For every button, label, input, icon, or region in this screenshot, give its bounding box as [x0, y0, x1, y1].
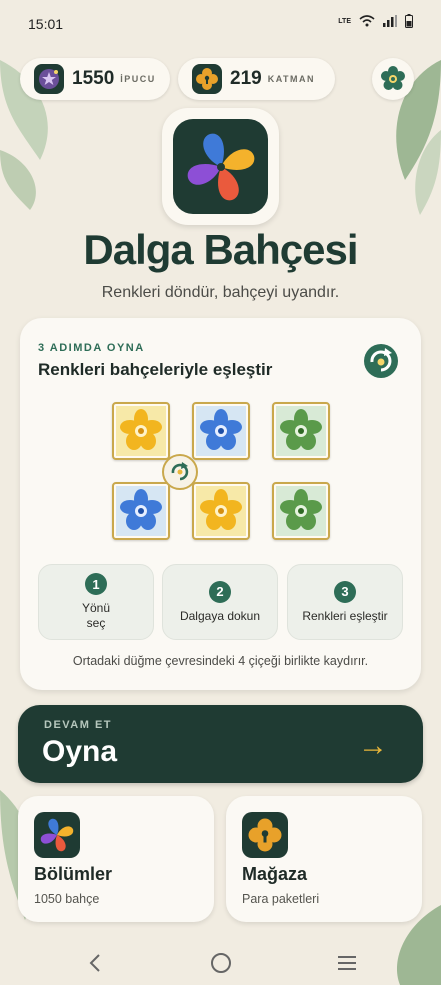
step-label: Renkleri eşleştir — [302, 608, 388, 623]
status-icons: LTE — [338, 14, 413, 28]
menu-lines-icon — [338, 956, 356, 970]
chapters-title: Bölümler — [34, 864, 113, 884]
gold-flower-icon — [120, 409, 162, 450]
flower-tile-green[interactable] — [272, 402, 330, 460]
step-label-line: Yönü — [81, 601, 111, 615]
rotate-arrow-icon — [171, 462, 189, 481]
app-title: Dalga Bahçesi — [83, 226, 358, 273]
hints-counter[interactable]: 1550 İPUCU — [20, 58, 170, 100]
wave-rotate-button[interactable] — [162, 454, 198, 490]
layers-counter[interactable]: 219 KATMAN — [178, 58, 335, 100]
app-subtitle: Renkleri döndür, bahçeyi uyandır. — [101, 284, 340, 301]
back-chevron-icon — [89, 954, 100, 972]
recents-button[interactable] — [332, 948, 362, 978]
home-button[interactable] — [206, 948, 236, 978]
status-bar: 15:01 LTE — [0, 0, 441, 44]
keyhole-flower-icon — [192, 64, 222, 94]
blue-flower-icon — [200, 409, 242, 450]
star-hint-icon — [34, 64, 64, 94]
shop-title: Mağaza — [242, 864, 308, 884]
green-flower-icon — [280, 489, 322, 530]
flower-tile-blue[interactable] — [192, 402, 250, 460]
flower-tile-gold[interactable] — [192, 482, 250, 540]
step-label: Dalgaya dokun — [179, 608, 261, 623]
network-type: LTE — [338, 17, 351, 25]
step-1: 1 Yönü seç — [38, 564, 154, 640]
flower-tile-blue[interactable] — [112, 482, 170, 540]
chapters-subtitle: 1050 bahçe — [34, 892, 100, 906]
arrow-right-icon: → — [358, 729, 388, 762]
step-number: 1 — [85, 573, 107, 595]
chapters-card[interactable]: Bölümler 1050 bahçe — [18, 796, 214, 922]
play-label: Oyna — [42, 735, 118, 768]
wifi-icon — [359, 15, 375, 27]
tutorial-title: Renkleri bahçeleriyle eşleştir — [38, 360, 273, 379]
gold-flower-icon — [200, 489, 242, 530]
hints-count: 1550 — [72, 68, 115, 89]
signal-icon — [383, 15, 397, 27]
step-number: 3 — [334, 580, 356, 603]
step-2: 2 Dalgaya dokun — [162, 564, 278, 640]
play-kicker: DEVAM ET — [44, 719, 113, 731]
tutorial-kicker: 3 ADIMDA OYNA — [38, 342, 145, 354]
blue-flower-icon — [120, 489, 162, 530]
hints-label: İPUCU — [120, 74, 156, 84]
layers-label: KATMAN — [267, 74, 316, 84]
step-number: 2 — [209, 580, 231, 603]
tutorial-note: Ortadaki düğme çevresindeki 4 çiçeği bir… — [72, 654, 369, 668]
play-button[interactable]: DEVAM ET Oyna → — [18, 705, 423, 783]
step-3: 3 Renkleri eşleştir — [287, 564, 403, 640]
pinwheel-flower-icon — [173, 119, 268, 214]
pinwheel-flower-icon — [34, 812, 80, 858]
rotate-arrow-icon — [364, 344, 398, 378]
home-circle-icon — [211, 953, 231, 973]
layers-count: 219 — [230, 68, 262, 89]
flower-tile-green[interactable] — [272, 482, 330, 540]
shop-card[interactable]: Mağaza Para paketleri — [226, 796, 422, 922]
tutorial-card: 3 ADIMDA OYNA Renkleri bahçeleriyle eşle… — [20, 318, 421, 690]
app-logo — [162, 108, 279, 225]
shop-subtitle: Para paketleri — [242, 892, 320, 906]
battery-icon — [405, 14, 413, 28]
status-time: 15:01 — [28, 16, 64, 32]
flower-tile-gold[interactable] — [112, 402, 170, 460]
system-navigation-bar — [0, 940, 441, 985]
flower-gear-icon — [381, 66, 405, 90]
green-flower-icon — [280, 409, 322, 450]
settings-button[interactable] — [372, 58, 414, 100]
step-label: Yönü seç — [82, 601, 110, 631]
back-button[interactable] — [80, 948, 110, 978]
step-label-line: seç — [86, 616, 106, 630]
keyhole-flower-icon — [242, 812, 288, 858]
